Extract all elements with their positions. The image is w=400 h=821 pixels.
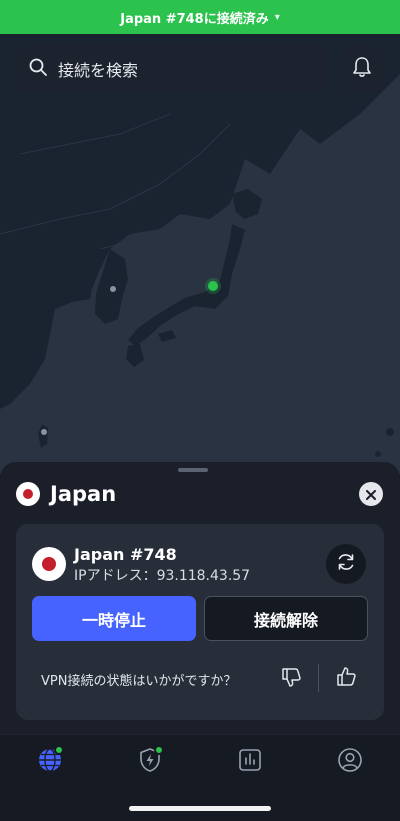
profile-icon xyxy=(337,747,363,777)
sheet-drag-handle[interactable] xyxy=(178,468,208,472)
thumbs-up-button[interactable] xyxy=(333,666,359,692)
map-land-kyushu xyxy=(126,344,144,367)
country-header: Japan xyxy=(16,482,116,506)
notifications-button[interactable] xyxy=(339,46,384,92)
connection-status-banner[interactable]: Japan #748に接続済み ▾ xyxy=(0,0,400,34)
feedback-question: VPN接続の状態はいかがですか？ xyxy=(41,674,237,689)
pause-button[interactable]: 一時停止 xyxy=(32,596,196,641)
tab-stats[interactable] xyxy=(235,747,265,777)
japan-flag-icon xyxy=(16,482,40,506)
stats-icon xyxy=(237,747,263,777)
connected-badge xyxy=(54,745,64,755)
map-land-japan xyxy=(128,224,245,346)
server-marker-korea xyxy=(110,286,116,292)
server-name: Japan #748 xyxy=(74,545,177,564)
feedback-divider xyxy=(318,664,319,692)
server-marker-taiwan xyxy=(41,429,47,435)
reconnect-button[interactable] xyxy=(326,544,366,584)
search-icon xyxy=(28,57,48,81)
close-button[interactable] xyxy=(359,482,383,506)
search-placeholder: 接続を検索 xyxy=(58,61,139,80)
tab-threat-protection[interactable] xyxy=(135,745,165,777)
map-land-taiwan xyxy=(38,424,48,448)
connection-status-text: Japan #748に接続済み xyxy=(120,11,269,27)
thumbs-up-icon xyxy=(335,666,357,692)
home-indicator[interactable] xyxy=(129,806,271,811)
server-card: Japan #748 IPアドレス：93.118.43.57 一時停止 接続解除… xyxy=(16,524,384,720)
japan-flag-icon xyxy=(32,547,66,581)
tab-globe[interactable] xyxy=(35,745,65,777)
thumbs-down-button[interactable] xyxy=(278,666,304,692)
refresh-icon xyxy=(335,551,357,577)
country-name: Japan xyxy=(50,482,117,506)
map-svg xyxy=(0,34,400,457)
protection-badge xyxy=(154,745,164,755)
map-land-hokkaido xyxy=(232,189,262,219)
close-icon xyxy=(366,485,376,504)
chevron-down-icon: ▾ xyxy=(274,11,280,23)
thumbs-down-icon xyxy=(280,666,302,692)
search-input[interactable]: 接続を検索 xyxy=(16,46,330,92)
tab-profile[interactable] xyxy=(335,747,365,777)
map-land-shikoku xyxy=(158,330,176,342)
bell-icon xyxy=(352,56,372,82)
ip-address: IPアドレス：93.118.43.57 xyxy=(74,568,251,584)
map-view[interactable] xyxy=(0,34,400,474)
disconnect-button[interactable]: 接続解除 xyxy=(204,596,368,641)
